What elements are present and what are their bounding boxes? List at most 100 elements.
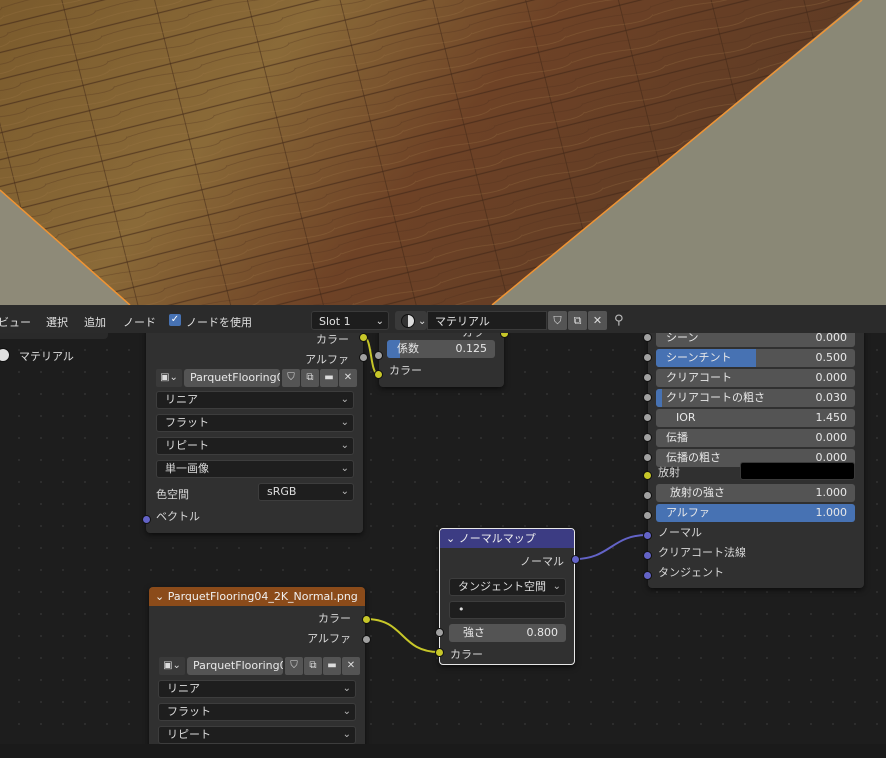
field-label: 伝播 — [666, 431, 688, 444]
unlink-image-close-icon[interactable]: ✕ — [342, 657, 360, 675]
socket-bsdf-in-2[interactable] — [643, 373, 652, 382]
duplicate-image-icon[interactable]: ⧉ — [304, 657, 322, 675]
menu-select[interactable]: 選択 — [46, 314, 68, 330]
socket-factor-in[interactable] — [374, 351, 383, 360]
chevron-down-icon: ⌄ — [418, 316, 427, 327]
collapse-chevron-icon[interactable]: ⌄ — [149, 590, 164, 603]
socket-bsdf-in-3[interactable] — [643, 393, 652, 402]
socket-vector-in[interactable] — [142, 515, 151, 524]
field-fill — [656, 389, 662, 407]
chevron-down-icon: ⌄ — [375, 316, 384, 327]
socket-bsdf-in-5[interactable] — [643, 433, 652, 442]
menu-add[interactable]: 追加 — [84, 314, 106, 330]
bsdf-field-0[interactable]: シーン 0.000 — [656, 333, 855, 347]
socket-strength-in[interactable] — [435, 628, 444, 637]
material-browse-button[interactable]: ⌄ — [395, 311, 427, 330]
pin-icon[interactable]: ⚲ — [614, 313, 624, 328]
bsdf-field-4[interactable]: IOR 1.450 — [656, 409, 855, 427]
open-folder-icon[interactable]: ▬ — [323, 657, 341, 675]
color-space-label: 色空間 — [156, 488, 189, 501]
chevron-down-icon: ⌄ — [340, 463, 349, 474]
image-texture-node-normal[interactable]: ⌄ ParquetFlooring04_2K_Normal.png カラー アル… — [149, 587, 365, 758]
socket-bsdf-in-1[interactable] — [643, 353, 652, 362]
mix-factor-field[interactable]: 係数 0.125 — [387, 340, 495, 358]
open-folder-icon[interactable]: ▬ — [320, 369, 338, 387]
outliner-material-label: マテリアル — [19, 350, 74, 363]
image-name-field[interactable]: ParquetFlooring0... — [184, 369, 280, 387]
field-label: IOR — [676, 411, 696, 424]
use-nodes-checkbox[interactable]: ✓ — [169, 314, 181, 326]
socket-emission-in[interactable] — [643, 471, 652, 480]
node-editor-canvas[interactable]: マテリアル カラー アルファ ▣⌄ ParquetFlooring0... ⛉ … — [0, 333, 886, 758]
duplicate-material-icon[interactable]: ⧉ — [568, 311, 587, 330]
normal-strength-field[interactable]: 強さ 0.800 — [449, 624, 566, 642]
material-name-field[interactable]: マテリアル — [427, 311, 547, 330]
field-value: 0.500 — [815, 351, 848, 364]
normal-output-label: ノーマル — [520, 555, 564, 568]
projection-dropdown[interactable]: フラット ⌄ — [158, 703, 356, 721]
socket-mix-color-in[interactable] — [374, 370, 383, 379]
bsdf-field-1[interactable]: シーンチント 0.500 — [656, 349, 855, 367]
principled-bsdf-node[interactable]: シーン 0.000 シーンチント 0.500 クリアコート 0.000 クリアコートの粗さ 0… — [648, 333, 864, 588]
image-name-field[interactable]: ParquetFlooring0... — [187, 657, 283, 675]
chevron-down-icon: ⌄ — [342, 729, 351, 740]
unlink-material-close-icon[interactable]: ✕ — [588, 311, 607, 330]
normal-texture-header[interactable]: ⌄ ParquetFlooring04_2K_Normal.png — [149, 587, 365, 606]
slot-dropdown[interactable]: Slot 1 ⌄ — [311, 311, 389, 330]
socket-normal-tex-color-out[interactable] — [362, 615, 371, 624]
output-color-label: カラー — [318, 612, 351, 625]
extension-dropdown[interactable]: リピート ⌄ — [158, 726, 356, 744]
source-value: 単一画像 — [165, 462, 209, 475]
unlink-image-close-icon[interactable]: ✕ — [339, 369, 357, 387]
socket-tangent-in[interactable] — [643, 571, 652, 580]
color-space-dropdown[interactable]: sRGB ⌄ — [258, 483, 354, 501]
menu-node[interactable]: ノード — [123, 314, 156, 330]
socket-normal-in[interactable] — [643, 531, 652, 540]
socket-normal-out[interactable] — [571, 555, 580, 564]
uv-map-field[interactable]: • — [449, 601, 566, 619]
collapse-chevron-icon[interactable]: ⌄ — [446, 532, 455, 545]
interpolation-dropdown[interactable]: リニア ⌄ — [156, 391, 354, 409]
socket-bsdf-in-0[interactable] — [643, 333, 652, 342]
menu-view[interactable]: ビュー — [0, 314, 31, 330]
tangent-input-label: タンジェント — [658, 566, 724, 579]
3d-viewport[interactable] — [0, 0, 886, 305]
socket-alpha-in[interactable] — [643, 511, 652, 520]
fake-user-shield-icon[interactable]: ⛉ — [282, 369, 300, 387]
source-dropdown[interactable]: 単一画像 ⌄ — [156, 460, 354, 478]
chevron-down-icon: ⌄ — [552, 581, 561, 592]
emission-strength-field[interactable]: 放射の強さ 1.000 — [656, 484, 855, 502]
duplicate-image-icon[interactable]: ⧉ — [301, 369, 319, 387]
alpha-field[interactable]: アルファ 1.000 — [656, 504, 855, 522]
extension-dropdown[interactable]: リピート ⌄ — [156, 437, 354, 455]
chevron-down-icon: ⌄ — [340, 394, 349, 405]
socket-bsdf-in-4[interactable] — [643, 413, 652, 422]
socket-clearcoat-normal-in[interactable] — [643, 551, 652, 560]
interpolation-dropdown[interactable]: リニア ⌄ — [158, 680, 356, 698]
slot-label: Slot 1 — [319, 315, 351, 328]
socket-bsdf-in-6[interactable] — [643, 453, 652, 462]
output-color-label: カラー — [316, 333, 349, 346]
emission-color-swatch[interactable] — [740, 462, 855, 480]
output-alpha-label: アルファ — [307, 632, 351, 645]
socket-alpha-out[interactable] — [359, 353, 368, 362]
normal-space-dropdown[interactable]: タンジェント空間 ⌄ — [449, 578, 566, 596]
image-browse-icon[interactable]: ▣⌄ — [156, 369, 182, 387]
socket-emission-strength-in[interactable] — [643, 491, 652, 500]
image-texture-node-diffuse[interactable]: カラー アルファ ▣⌄ ParquetFlooring0... ⛉ ⧉ ▬ ✕ … — [146, 333, 363, 533]
bsdf-field-3[interactable]: クリアコートの粗さ 0.030 — [656, 389, 855, 407]
fake-user-shield-icon[interactable]: ⛉ — [285, 657, 303, 675]
socket-color-out[interactable] — [359, 333, 368, 342]
normal-map-node[interactable]: ⌄ ノーマルマップ ノーマル タンジェント空間 ⌄ • 強さ 0.800 カラー — [439, 528, 575, 665]
bsdf-field-5[interactable]: 伝播 0.000 — [656, 429, 855, 447]
socket-normalmap-color-in[interactable] — [435, 648, 444, 657]
uv-map-value: • — [458, 603, 465, 616]
extension-value: リピート — [165, 439, 209, 452]
projection-dropdown[interactable]: フラット ⌄ — [156, 414, 354, 432]
image-browse-icon[interactable]: ▣⌄ — [159, 657, 185, 675]
normal-map-header[interactable]: ⌄ ノーマルマップ — [440, 529, 574, 548]
mix-node[interactable]: カラ 係数 0.125 カラー — [379, 333, 504, 387]
socket-normal-tex-alpha-out[interactable] — [362, 635, 371, 644]
bsdf-field-2[interactable]: クリアコート 0.000 — [656, 369, 855, 387]
fake-user-shield-icon[interactable]: ⛉ — [548, 311, 567, 330]
